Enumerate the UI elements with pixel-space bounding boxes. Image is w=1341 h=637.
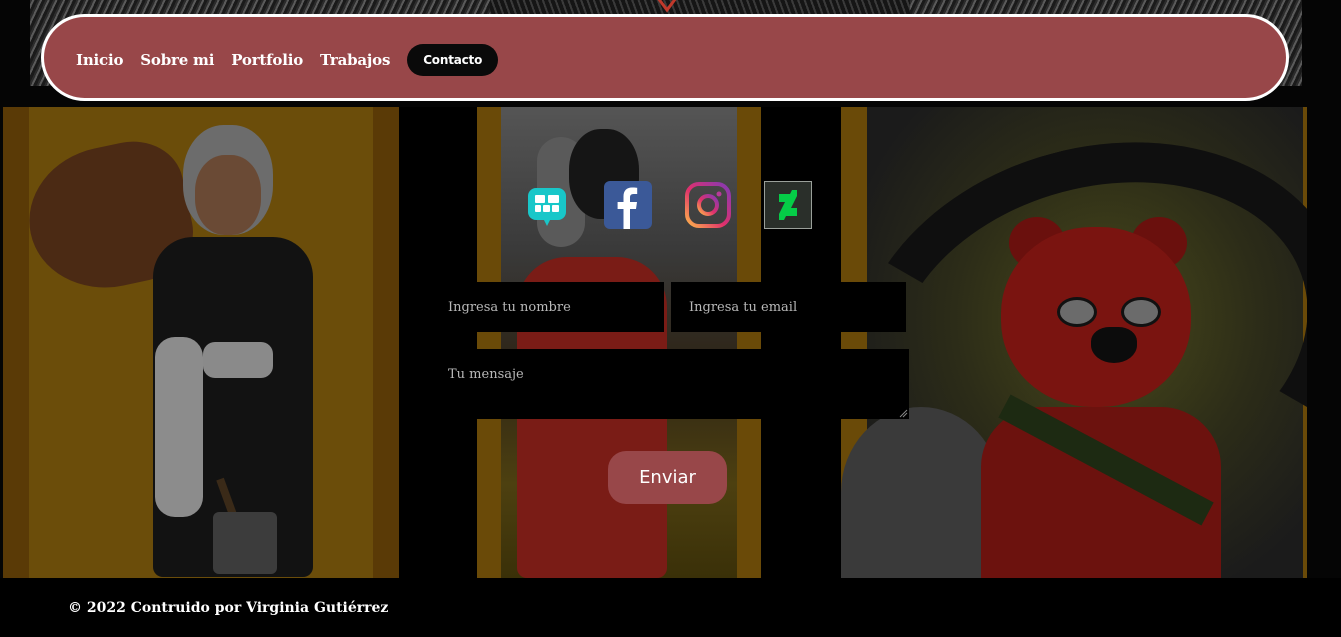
chevron-down-icon <box>657 0 677 13</box>
page: Inicio Sobre mi Portfolio Trabajos Conta… <box>0 0 1341 637</box>
nav-item-trabajos[interactable]: Trabajos <box>320 51 390 69</box>
artwork-panel-middle <box>477 107 761 578</box>
footer-copyright: © 2022 Contruido por Virginia Gutiérrez <box>68 600 389 616</box>
artwork-panel-left <box>3 107 399 578</box>
footer: © 2022 Contruido por Virginia Gutiérrez <box>0 578 1341 637</box>
nav-list: Inicio Sobre mi Portfolio Trabajos Conta… <box>76 44 499 76</box>
resize-handle-icon[interactable] <box>899 409 908 418</box>
deviantart-icon[interactable] <box>764 181 812 229</box>
artwork-panel-right <box>841 107 1307 578</box>
instagram-icon[interactable] <box>684 181 732 229</box>
nav-item-sobre-mi[interactable]: Sobre mi <box>140 51 214 69</box>
email-input[interactable] <box>671 282 906 332</box>
nav-item-inicio[interactable]: Inicio <box>76 51 123 69</box>
nav-item-contacto[interactable]: Contacto <box>407 44 499 76</box>
navbar: Inicio Sobre mi Portfolio Trabajos Conta… <box>41 14 1289 101</box>
message-textarea[interactable] <box>430 349 909 419</box>
name-input[interactable] <box>430 282 664 332</box>
nav-item-portfolio[interactable]: Portfolio <box>231 51 303 69</box>
chat-icon[interactable] <box>526 186 568 228</box>
submit-button[interactable]: Enviar <box>608 451 727 504</box>
facebook-icon[interactable] <box>604 181 652 229</box>
